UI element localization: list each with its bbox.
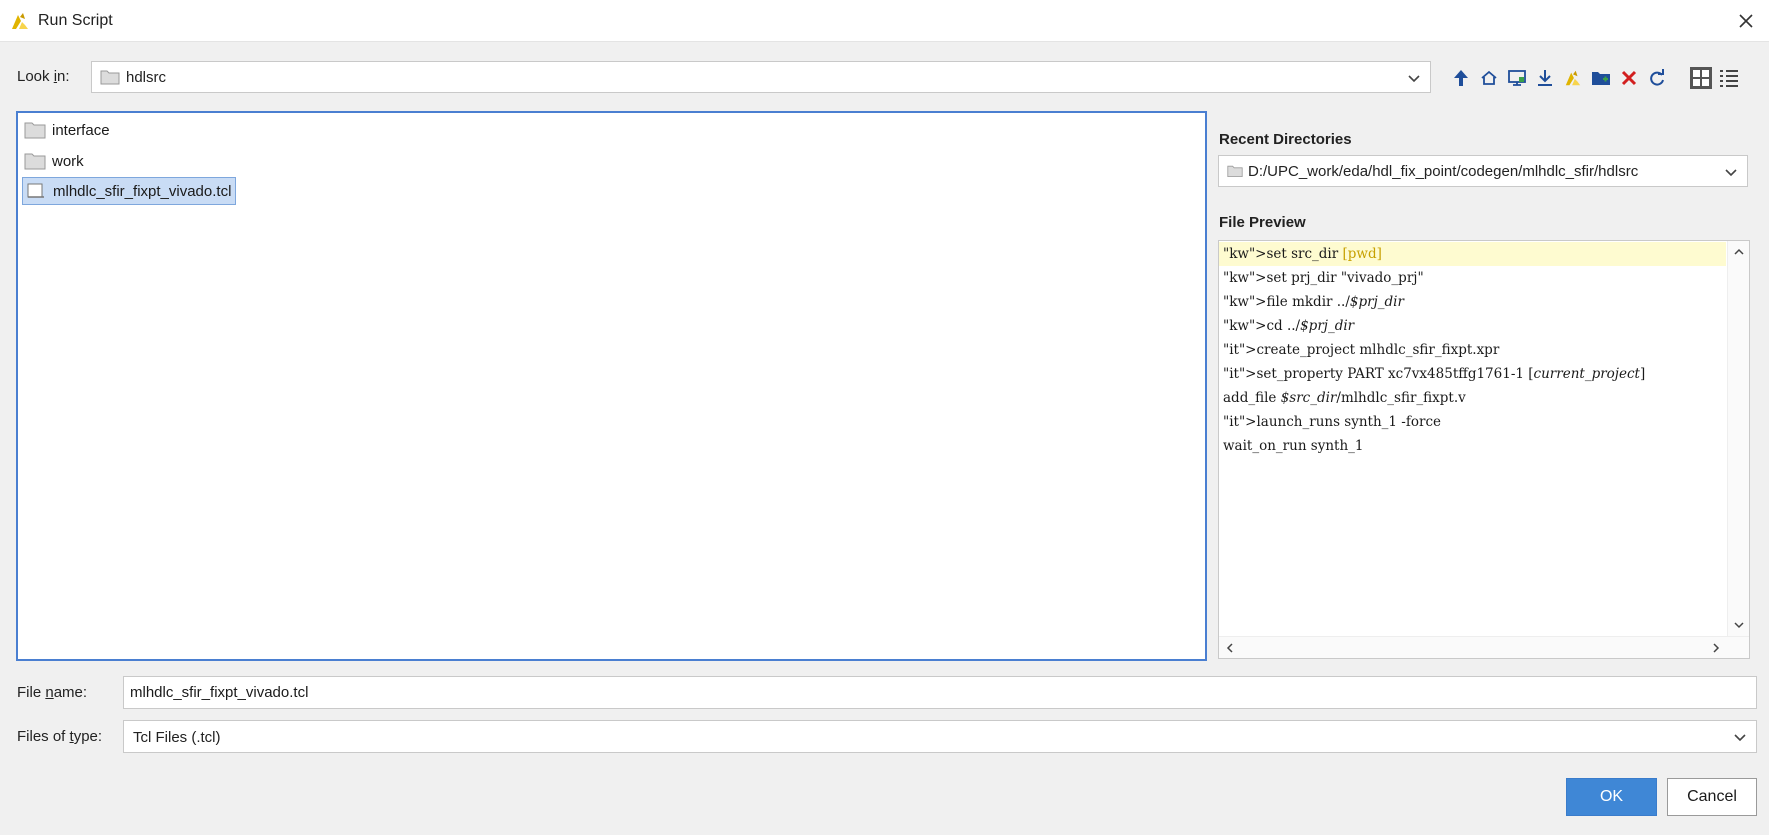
- folder-icon: [24, 122, 46, 139]
- toolbar: [1447, 64, 1743, 92]
- file-item-label: work: [52, 152, 84, 170]
- code-line: "kw">set prj_dir "vivado_prj": [1223, 270, 1424, 286]
- title-bar: Run Script: [0, 0, 1769, 42]
- code-line: "it">create_project mlhdlc_sfir_fixpt.xp…: [1223, 342, 1500, 358]
- recent-directories-title: Recent Directories: [1219, 131, 1352, 148]
- scroll-down-button[interactable]: [1730, 616, 1748, 634]
- refresh-button[interactable]: [1643, 64, 1671, 92]
- file-item-label: mlhdlc_sfir_fixpt_vivado.tcl: [53, 182, 232, 200]
- delete-icon: [1621, 70, 1637, 86]
- files-of-type-label: Files of type:: [17, 728, 103, 745]
- recent-directories-combo[interactable]: D:/UPC_work/eda/hdl_fix_point/codegen/ml…: [1218, 155, 1748, 187]
- list-item-folder[interactable]: interface: [22, 116, 114, 144]
- look-in-value: hdlsrc: [126, 69, 167, 86]
- cancel-button[interactable]: Cancel: [1667, 778, 1757, 816]
- refresh-icon: [1650, 69, 1664, 86]
- scroll-right-button[interactable]: [1707, 639, 1725, 657]
- list-item-folder[interactable]: work: [22, 147, 88, 175]
- delete-button[interactable]: [1615, 64, 1643, 92]
- grid-view-button[interactable]: [1687, 64, 1715, 92]
- file-preview-title: File Preview: [1219, 214, 1306, 231]
- file-item-label: interface: [52, 121, 110, 139]
- new-folder-icon: [1592, 72, 1610, 85]
- horizontal-scrollbar[interactable]: [1219, 636, 1749, 658]
- download-button[interactable]: [1531, 64, 1559, 92]
- home-button[interactable]: [1475, 64, 1503, 92]
- list-item-file-selected[interactable]: mlhdlc_sfir_fixpt_vivado.tcl: [22, 177, 237, 205]
- chevron-left-icon: [1226, 643, 1233, 653]
- chevron-down-icon: [1734, 734, 1746, 742]
- close-button[interactable]: [1733, 8, 1759, 34]
- grid-view-icon: [1690, 67, 1712, 89]
- folder-icon: [1227, 165, 1243, 177]
- chevron-down-icon: [1725, 169, 1737, 177]
- code-line: "kw">file mkdir ../$prj_dir: [1223, 294, 1404, 310]
- ok-button[interactable]: OK: [1566, 778, 1657, 816]
- close-icon: [1739, 14, 1753, 28]
- home-icon: [1481, 70, 1497, 85]
- look-in-combo[interactable]: hdlsrc: [91, 61, 1431, 93]
- vertical-scrollbar[interactable]: [1727, 241, 1749, 636]
- files-of-type-value: Tcl Files (.tcl): [133, 729, 221, 746]
- recent-directory-value: D:/UPC_work/eda/hdl_fix_point/codegen/ml…: [1248, 163, 1639, 180]
- code-line: wait_on_run synth_1: [1223, 438, 1364, 454]
- list-view-icon: [1720, 70, 1738, 87]
- vivado-project-icon: [1565, 70, 1581, 86]
- chevron-up-icon: [1734, 248, 1744, 255]
- file-list[interactable]: interface work mlhdlc_sfir_fixpt_vivado.…: [16, 111, 1207, 661]
- vivado-project-button[interactable]: [1559, 64, 1587, 92]
- chevron-down-icon: [1734, 622, 1744, 629]
- file-name-field[interactable]: [123, 676, 1757, 709]
- desktop-icon: [1508, 70, 1526, 86]
- new-folder-button[interactable]: [1587, 64, 1615, 92]
- code-line: "kw">set src_dir [pwd]: [1219, 242, 1726, 266]
- file-preview-pane[interactable]: "kw">set src_dir [pwd] "kw">set prj_dir …: [1218, 240, 1750, 659]
- list-view-button[interactable]: [1715, 64, 1743, 92]
- code-line: "it">launch_runs synth_1 -force: [1223, 414, 1441, 430]
- vivado-logo-icon: [12, 13, 28, 29]
- folder-icon: [24, 153, 46, 170]
- up-one-level-button[interactable]: [1447, 64, 1475, 92]
- scroll-up-button[interactable]: [1730, 243, 1748, 261]
- code-line: add_file $src_dir/mlhdlc_sfir_fixpt.v: [1223, 390, 1466, 406]
- code-line: "it">set_property PART xc7vx485tffg1761-…: [1223, 366, 1646, 382]
- chevron-right-icon: [1713, 643, 1720, 653]
- file-name-label: File name:: [17, 684, 88, 701]
- chevron-down-icon: [1408, 75, 1420, 83]
- file-icon: [27, 183, 44, 198]
- scroll-left-button[interactable]: [1221, 639, 1239, 657]
- file-name-input[interactable]: [124, 677, 1756, 708]
- files-of-type-combo[interactable]: Tcl Files (.tcl): [123, 720, 1757, 753]
- folder-icon: [100, 70, 120, 85]
- run-script-dialog: Run Script Look in: hdlsrc interface wor…: [0, 0, 1769, 835]
- look-in-label: Look in:: [17, 68, 70, 85]
- arrow-up-icon: [1454, 70, 1468, 86]
- download-icon: [1538, 70, 1552, 86]
- code-line: "kw">cd ../$prj_dir: [1223, 318, 1355, 334]
- window-title: Run Script: [38, 12, 113, 29]
- desktop-button[interactable]: [1503, 64, 1531, 92]
